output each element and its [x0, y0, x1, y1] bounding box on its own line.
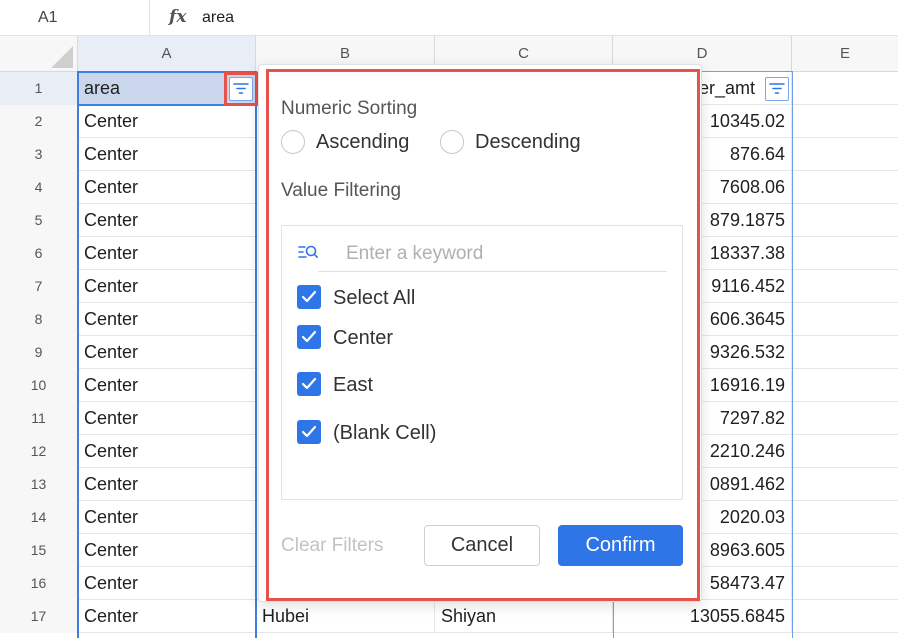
descending-label: Descending [475, 131, 581, 153]
check-icon [301, 425, 317, 438]
row-number[interactable]: 10 [0, 369, 78, 402]
filter-button-amount[interactable] [765, 77, 789, 101]
row-number[interactable]: 17 [0, 600, 78, 633]
clear-filters-link[interactable]: Clear Filters [281, 533, 383, 559]
radio-descending[interactable] [440, 130, 464, 154]
formula-bar: A1 fx area [0, 0, 898, 36]
formula-input[interactable]: area [202, 0, 234, 36]
cell[interactable]: Center [78, 501, 256, 534]
row-number[interactable]: 2 [0, 105, 78, 138]
row-number[interactable]: 4 [0, 171, 78, 204]
sort-descending-option[interactable]: Descending [440, 129, 600, 155]
cell[interactable]: Center [78, 600, 256, 633]
filter-button-area[interactable] [229, 77, 253, 101]
column-header-a[interactable]: A [78, 36, 256, 72]
row-number[interactable]: 14 [0, 501, 78, 534]
column-header-e[interactable]: E [792, 36, 898, 72]
filter-icon [233, 83, 249, 94]
cell[interactable]: Center [78, 402, 256, 435]
check-icon [301, 330, 317, 343]
filter-icon [769, 83, 785, 94]
row-number[interactable]: 16 [0, 567, 78, 600]
numeric-sorting-title: Numeric Sorting [281, 98, 418, 119]
fx-icon: fx [169, 7, 187, 27]
cell-reference-box[interactable]: A1 [0, 0, 150, 36]
row-number[interactable]: 7 [0, 270, 78, 303]
check-icon [301, 377, 317, 390]
row-number[interactable]: 9 [0, 336, 78, 369]
option-label: (Blank Cell) [333, 422, 437, 444]
table-row: 17 Center Hubei Shiyan 13055.6845 [0, 600, 898, 633]
row-number[interactable]: 6 [0, 237, 78, 270]
check-icon [301, 290, 317, 303]
search-icon [298, 245, 318, 258]
checkbox-checked[interactable] [297, 285, 321, 309]
value-filtering-title: Value Filtering [281, 180, 402, 201]
option-label: Select All [333, 287, 416, 309]
cell[interactable]: Center [78, 303, 256, 336]
row-number[interactable]: 5 [0, 204, 78, 237]
select-all-corner[interactable] [0, 36, 78, 72]
cell[interactable]: Center [78, 138, 256, 171]
cell[interactable]: Center [78, 567, 256, 600]
cell[interactable]: Center [78, 468, 256, 501]
cancel-button[interactable]: Cancel [424, 525, 540, 566]
cell[interactable]: 13055.6845 [613, 600, 792, 633]
cell[interactable]: Center [78, 435, 256, 468]
cell[interactable]: Center [78, 171, 256, 204]
sort-ascending-option[interactable]: Ascending [281, 129, 421, 155]
row-number[interactable]: 13 [0, 468, 78, 501]
cell[interactable]: Center [78, 369, 256, 402]
cell[interactable]: Center [78, 105, 256, 138]
keyword-search-input[interactable] [318, 236, 667, 272]
option-label: Center [333, 327, 394, 349]
ascending-label: Ascending [316, 131, 410, 153]
radio-ascending[interactable] [281, 130, 305, 154]
cell[interactable]: Center [78, 270, 256, 303]
cell[interactable]: Hubei [256, 600, 435, 633]
cell[interactable]: Center [78, 534, 256, 567]
checkbox-checked[interactable] [297, 325, 321, 349]
checkbox-checked[interactable] [297, 372, 321, 396]
row-number[interactable]: 8 [0, 303, 78, 336]
cell[interactable]: Center [78, 336, 256, 369]
row-number[interactable]: 15 [0, 534, 78, 567]
row-number[interactable]: 12 [0, 435, 78, 468]
checkbox-checked[interactable] [297, 420, 321, 444]
cell[interactable]: Center [78, 237, 256, 270]
confirm-button[interactable]: Confirm [558, 525, 683, 566]
cell[interactable]: Center [78, 204, 256, 237]
cell[interactable]: Shiyan [435, 600, 613, 633]
row-number[interactable]: 1 [0, 72, 78, 105]
row-number[interactable]: 11 [0, 402, 78, 435]
row-number[interactable]: 3 [0, 138, 78, 171]
option-label: East [333, 374, 374, 396]
